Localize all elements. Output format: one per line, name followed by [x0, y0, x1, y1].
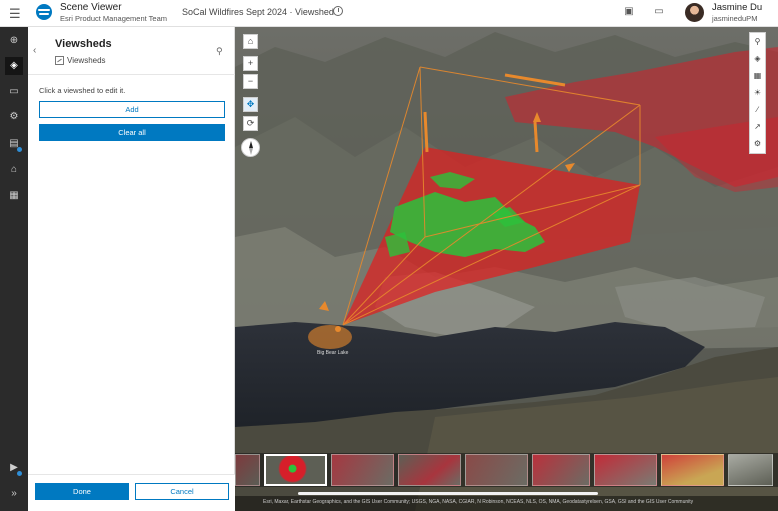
slide-thumbnail[interactable] — [264, 454, 327, 486]
scene-viewer-logo-icon — [36, 4, 52, 20]
scroll-handle[interactable] — [298, 492, 598, 495]
panel-header: ‹ Viewsheds Viewsheds ⚲ — [28, 27, 235, 75]
clear-all-button[interactable]: Clear all — [39, 124, 225, 141]
slides-icon[interactable]: ▶ — [5, 459, 23, 477]
settings-icon[interactable]: ⚙ — [5, 108, 23, 126]
slide-thumbnail[interactable] — [661, 454, 724, 486]
slide-thumbnail[interactable] — [728, 454, 773, 486]
avatar[interactable] — [685, 3, 704, 22]
daylight-icon[interactable]: ☀ — [750, 84, 765, 101]
slides-strip — [235, 453, 778, 487]
analysis-icon[interactable]: ▦ — [5, 187, 23, 205]
add-button[interactable]: Add — [39, 101, 225, 118]
slide-thumbnail[interactable] — [465, 454, 528, 486]
presentation-icon[interactable]: ▭ — [5, 83, 23, 101]
place-label: Big Bear Lake — [317, 350, 349, 356]
active-indicator — [17, 147, 22, 152]
viewshed-icon — [55, 56, 64, 65]
layers-icon[interactable]: ◈ — [5, 57, 23, 75]
attribution: Esri, Maxar, Earthstar Geographics, and … — [263, 499, 694, 505]
viewsheds-panel: ‹ Viewsheds Viewsheds ⚲ Click a viewshed… — [28, 27, 235, 511]
collapse-icon[interactable]: » — [5, 485, 23, 503]
left-toolbar: ⊕ ◈ ▭ ⚙ ▤ ⌂ ▦ ▶ » — [0, 27, 28, 511]
menu-icon[interactable]: ☰ — [9, 6, 21, 22]
done-button[interactable]: Done — [35, 483, 129, 500]
slide-thumbnail[interactable] — [532, 454, 590, 486]
app-name: Scene Viewer — [60, 2, 122, 13]
slide-thumbnail[interactable] — [235, 454, 260, 486]
legend-icon[interactable]: ▤ — [5, 135, 23, 153]
add-icon[interactable]: ⊕ — [5, 32, 23, 50]
map-tools: ⚲ ◈ ▦ ☀ ∕ ↗ ⚙ — [749, 32, 766, 154]
zoom-in-button[interactable]: + — [243, 56, 258, 71]
user-name[interactable]: Jasmine Du — [712, 2, 762, 13]
search-icon[interactable]: ⚲ — [750, 33, 765, 50]
share-icon[interactable]: ↗ — [750, 118, 765, 135]
panel-options-icon[interactable]: ⚲ — [216, 46, 223, 57]
present-icon[interactable]: ▭ — [653, 6, 665, 18]
scene-info-icon[interactable] — [333, 6, 343, 16]
settings-icon[interactable]: ⚙ — [750, 135, 765, 152]
slide-thumbnail[interactable] — [398, 454, 461, 486]
cancel-button[interactable]: Cancel — [135, 483, 229, 500]
user-handle: jasmineduPM — [712, 14, 758, 23]
terrain-map[interactable] — [235, 27, 778, 511]
basemap-icon[interactable]: ⌂ — [5, 161, 23, 179]
basemap-gallery-icon[interactable]: ▦ — [750, 67, 765, 84]
back-chevron-icon[interactable]: ‹ — [33, 45, 36, 56]
measure-icon[interactable]: ∕ — [750, 101, 765, 118]
panel-footer: Done Cancel — [28, 474, 235, 511]
active-indicator — [17, 471, 22, 476]
scene-title[interactable]: SoCal Wildfires Sept 2024 · Viewshed — [182, 7, 334, 17]
pan-icon[interactable]: ✥ — [243, 97, 258, 112]
layers-icon[interactable]: ◈ — [750, 50, 765, 67]
zoom-out-button[interactable]: − — [243, 74, 258, 89]
app-header: ☰ Scene Viewer Esri Product Management T… — [0, 0, 778, 27]
edit-hint: Click a viewshed to edit it. — [39, 86, 126, 95]
compass-icon[interactable] — [241, 138, 260, 157]
panel-title: Viewsheds — [55, 38, 112, 50]
team-name: Esri Product Management Team — [60, 14, 167, 23]
rotate-icon[interactable]: ⟳ — [243, 116, 258, 131]
slide-thumbnail[interactable] — [594, 454, 657, 486]
slide-thumbnail[interactable] — [331, 454, 394, 486]
panel-subtitle: Viewsheds — [67, 56, 106, 65]
scene-view[interactable]: ⌂ + − ✥ ⟳ ⚲ ◈ ▦ ☀ ∕ ↗ ⚙ Big Bear Lake Es… — [235, 27, 778, 511]
home-icon[interactable]: ⌂ — [243, 34, 258, 49]
save-icon[interactable]: ▣ — [623, 6, 635, 18]
